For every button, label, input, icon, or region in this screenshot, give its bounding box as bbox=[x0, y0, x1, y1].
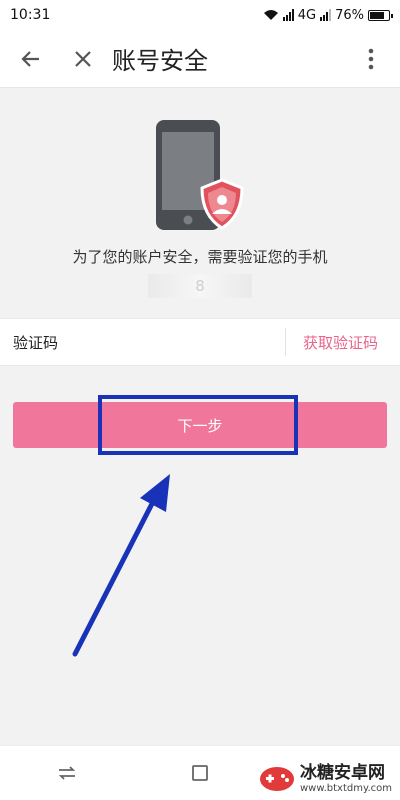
recent-apps-button[interactable] bbox=[37, 753, 97, 793]
watermark-url: www.btxtdmy.com bbox=[299, 783, 392, 794]
network-type: 4G bbox=[297, 7, 317, 23]
close-icon bbox=[75, 50, 91, 67]
back-button[interactable] bbox=[8, 36, 54, 82]
page-title: 账号安全 bbox=[112, 47, 208, 75]
more-options-button[interactable] bbox=[348, 36, 394, 82]
home-icon bbox=[192, 765, 208, 781]
status-time: 10:31 bbox=[10, 7, 51, 23]
game-controller-logo-icon bbox=[259, 767, 294, 792]
battery-percent: 76% bbox=[335, 7, 364, 23]
phone-shield-icon bbox=[156, 120, 244, 230]
status-bar: 10:31 4G 76% bbox=[0, 0, 400, 30]
verification-code-row: 验证码 获取验证码 bbox=[0, 318, 400, 366]
verification-code-input[interactable] bbox=[89, 326, 279, 358]
battery-icon bbox=[368, 9, 393, 21]
status-icons: 4G 76% bbox=[263, 7, 393, 23]
signal-icon bbox=[282, 9, 294, 21]
recent-apps-icon bbox=[58, 766, 75, 780]
watermark-name: 冰糖安卓网 bbox=[299, 763, 385, 784]
app-header: 账号安全 bbox=[0, 30, 400, 88]
arrow-back-icon bbox=[21, 50, 39, 67]
verify-message: 为了您的账户安全，需要验证您的手机 bbox=[72, 248, 328, 266]
masked-phone-number: 8 bbox=[148, 274, 252, 298]
signal-icon-2 bbox=[320, 9, 332, 21]
security-hero bbox=[0, 110, 400, 240]
annotation-arrow-icon bbox=[72, 474, 170, 657]
watermark: 冰糖安卓网 www.btxtdmy.com bbox=[254, 762, 396, 796]
more-vert-icon bbox=[368, 48, 374, 69]
wifi-icon bbox=[263, 10, 278, 20]
divider bbox=[285, 328, 286, 356]
code-label: 验证码 bbox=[13, 333, 59, 352]
get-code-button[interactable]: 获取验证码 bbox=[303, 332, 378, 353]
home-button[interactable] bbox=[170, 753, 230, 793]
close-button[interactable] bbox=[60, 36, 106, 82]
